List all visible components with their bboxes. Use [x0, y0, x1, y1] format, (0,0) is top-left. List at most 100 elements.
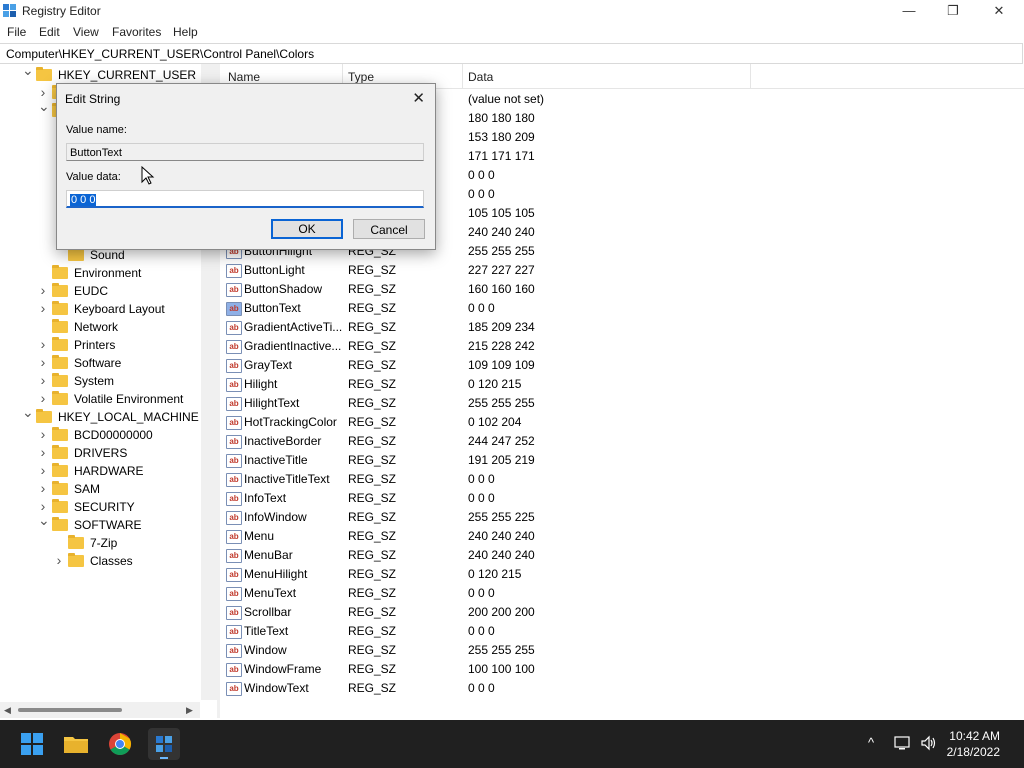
dialog-close-icon[interactable]: ✕ [412, 89, 425, 107]
value-name: GradientInactive... [244, 339, 342, 353]
value-row[interactable]: ab Window REG_SZ 255 255 255 [220, 641, 1024, 660]
file-explorer-icon[interactable] [60, 728, 92, 760]
menu-help[interactable]: Help [173, 25, 198, 39]
menu-view[interactable]: View [73, 25, 99, 39]
value-row[interactable]: ab ButtonLight REG_SZ 227 227 227 [220, 261, 1024, 280]
tree-node[interactable]: › Software [0, 354, 200, 372]
tree-node[interactable]: › Printers [0, 336, 200, 354]
chevron-right-icon[interactable]: › [38, 479, 48, 497]
column-name[interactable]: Name [228, 70, 260, 84]
tree-node[interactable]: › BCD00000000 [0, 426, 200, 444]
tray-chevron-icon[interactable]: ^ [868, 735, 874, 750]
tree-node-label: Classes [90, 554, 133, 568]
start-windows-icon[interactable] [16, 728, 48, 760]
menu-edit[interactable]: Edit [39, 25, 60, 39]
tree-node-label: HKEY_CURRENT_USER [58, 68, 197, 82]
tree-node[interactable]: Network [0, 318, 200, 336]
chevron-down-icon[interactable]: ⌄ [38, 97, 50, 115]
folder-icon [52, 355, 68, 369]
tree-node[interactable]: Environment [0, 264, 200, 282]
chevron-right-icon[interactable]: › [38, 461, 48, 479]
tree-node[interactable]: › SECURITY [0, 498, 200, 516]
chevron-right-icon[interactable]: › [38, 371, 48, 389]
registry-editor-taskbar-icon[interactable] [148, 728, 180, 760]
network-icon[interactable] [894, 735, 912, 754]
value-row[interactable]: ab MenuHilight REG_SZ 0 120 215 [220, 565, 1024, 584]
value-type: REG_SZ [348, 567, 397, 581]
value-name: MenuBar [244, 548, 293, 562]
address-bar[interactable]: Computer\HKEY_CURRENT_USER\Control Panel… [0, 43, 1023, 64]
value-row[interactable]: ab TitleText REG_SZ 0 0 0 [220, 622, 1024, 641]
tree-node[interactable]: › Classes [0, 552, 200, 570]
column-data[interactable]: Data [468, 70, 493, 84]
value-type: REG_SZ [348, 377, 397, 391]
value-data: 0 0 0 [468, 168, 495, 182]
menu-favorites[interactable]: Favorites [112, 25, 161, 39]
value-row[interactable]: ab ButtonText REG_SZ 0 0 0 [220, 299, 1024, 318]
value-row[interactable]: ab ButtonShadow REG_SZ 160 160 160 [220, 280, 1024, 299]
reg-sz-icon: ab [226, 568, 242, 582]
value-data: 0 102 204 [468, 415, 522, 429]
tree-node[interactable]: › Keyboard Layout [0, 300, 200, 318]
maximize-button[interactable]: ❐ [930, 0, 976, 22]
value-row[interactable]: ab Scrollbar REG_SZ 200 200 200 [220, 603, 1024, 622]
chevron-right-icon[interactable]: › [54, 551, 64, 569]
value-name: ButtonLight [244, 263, 305, 277]
value-data-input[interactable]: 0 0 0 [66, 190, 424, 208]
column-type[interactable]: Type [348, 70, 374, 84]
value-row[interactable]: ab GrayText REG_SZ 109 109 109 [220, 356, 1024, 375]
value-row[interactable]: ab GradientActiveTi... REG_SZ 185 209 234 [220, 318, 1024, 337]
chevron-right-icon[interactable]: › [38, 389, 48, 407]
tree-node[interactable]: › SAM [0, 480, 200, 498]
value-row[interactable]: ab MenuText REG_SZ 0 0 0 [220, 584, 1024, 603]
tree-node[interactable]: › System [0, 372, 200, 390]
tree-node[interactable]: › DRIVERS [0, 444, 200, 462]
chevron-down-icon[interactable]: ⌄ [22, 64, 34, 79]
value-row[interactable]: ab InfoText REG_SZ 0 0 0 [220, 489, 1024, 508]
scroll-left-icon[interactable]: ◀ [4, 705, 11, 716]
clock[interactable]: 10:42 AM 2/18/2022 [947, 728, 1000, 760]
cancel-button[interactable]: Cancel [353, 219, 425, 239]
tree-node[interactable]: ⌄ HKEY_CURRENT_USER [0, 64, 200, 84]
value-data: 240 240 240 [468, 529, 535, 543]
reg-sz-icon: ab [226, 359, 242, 373]
chevron-right-icon[interactable]: › [38, 299, 48, 317]
chevron-down-icon[interactable]: ⌄ [22, 403, 34, 421]
close-button[interactable]: ✕ [976, 0, 1022, 22]
value-row[interactable]: ab InactiveBorder REG_SZ 244 247 252 [220, 432, 1024, 451]
tree-horizontal-scrollbar[interactable]: ◀ ▶ [0, 702, 200, 718]
menu-file[interactable]: File [7, 25, 26, 39]
value-data: 153 180 209 [468, 130, 535, 144]
chevron-right-icon[interactable]: › [38, 335, 48, 353]
chevron-right-icon[interactable]: › [38, 353, 48, 371]
value-row[interactable]: ab WindowFrame REG_SZ 100 100 100 [220, 660, 1024, 679]
scroll-thumb[interactable] [18, 708, 122, 712]
value-row[interactable]: ab HilightText REG_SZ 255 255 255 [220, 394, 1024, 413]
chevron-right-icon[interactable]: › [38, 425, 48, 443]
value-row[interactable]: ab InactiveTitleText REG_SZ 0 0 0 [220, 470, 1024, 489]
value-type: REG_SZ [348, 681, 397, 695]
scroll-right-icon[interactable]: ▶ [186, 705, 193, 716]
ok-button[interactable]: OK [271, 219, 343, 239]
tree-node[interactable]: ⌄ SOFTWARE [0, 512, 200, 534]
value-row[interactable]: ab MenuBar REG_SZ 240 240 240 [220, 546, 1024, 565]
tree-node[interactable]: 7-Zip [0, 534, 200, 552]
tree-node[interactable]: › EUDC [0, 282, 200, 300]
chevron-right-icon[interactable]: › [38, 281, 48, 299]
value-row[interactable]: ab InactiveTitle REG_SZ 191 205 219 [220, 451, 1024, 470]
tree-node[interactable]: ⌄ HKEY_LOCAL_MACHINE [0, 404, 200, 426]
reg-sz-icon: ab [226, 321, 242, 335]
value-row[interactable]: ab WindowText REG_SZ 0 0 0 [220, 679, 1024, 698]
value-row[interactable]: ab InfoWindow REG_SZ 255 255 225 [220, 508, 1024, 527]
value-row[interactable]: ab Menu REG_SZ 240 240 240 [220, 527, 1024, 546]
value-row[interactable]: ab HotTrackingColor REG_SZ 0 102 204 [220, 413, 1024, 432]
chevron-right-icon[interactable]: › [38, 443, 48, 461]
chevron-down-icon[interactable]: ⌄ [38, 511, 50, 529]
value-row[interactable]: ab GradientInactive... REG_SZ 215 228 242 [220, 337, 1024, 356]
tree-node[interactable]: › HARDWARE [0, 462, 200, 480]
minimize-button[interactable]: — [886, 0, 932, 22]
volume-icon[interactable] [920, 735, 938, 754]
chrome-icon[interactable] [104, 728, 136, 760]
value-name: ButtonText [244, 301, 301, 315]
value-row[interactable]: ab Hilight REG_SZ 0 120 215 [220, 375, 1024, 394]
